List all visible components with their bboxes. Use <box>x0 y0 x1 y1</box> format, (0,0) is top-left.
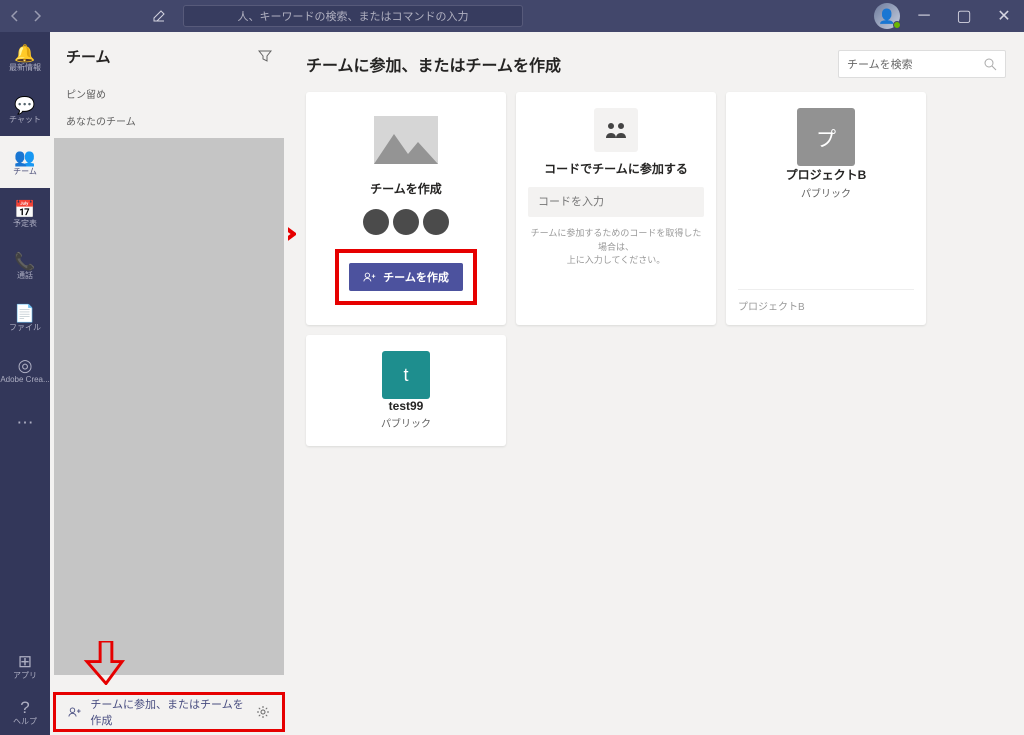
join-with-code-card: コードでチームに参加する チームに参加するためのコードを取得した場合は、 上に入… <box>516 92 716 325</box>
teams-list-empty <box>54 138 284 675</box>
rail-teams[interactable]: 👥 チーム <box>0 136 50 188</box>
create-team-thumb <box>374 108 438 172</box>
create-team-button[interactable]: チームを作成 <box>349 263 463 291</box>
team-card-name: プロジェクトB <box>786 166 867 183</box>
window-minimize-button[interactable]: ─ <box>904 0 944 32</box>
rail-calendar[interactable]: 📅 予定表 <box>0 188 50 240</box>
create-team-card: チームを作成 チームを作成 <box>306 92 506 325</box>
rail-calls[interactable]: 📞 通話 <box>0 240 50 292</box>
profile-avatar[interactable]: 👤 <box>874 3 900 29</box>
pinned-section-label[interactable]: ピン留め <box>50 80 288 107</box>
filter-button[interactable] <box>258 49 272 63</box>
apps-icon: ⊞ <box>18 653 32 670</box>
more-icon: ⋯ <box>17 414 34 431</box>
gear-icon <box>256 705 270 719</box>
team-search-input[interactable]: チームを検索 <box>838 50 1006 78</box>
callout-arrow-down <box>80 641 132 685</box>
help-icon: ? <box>20 699 29 716</box>
teams-list-panel: チーム ピン留め あなたのチーム チームに参加、またはチームを作成 <box>50 32 288 735</box>
people-add-icon <box>68 706 82 718</box>
rail-files[interactable]: 📄 ファイル <box>0 292 50 344</box>
callout-arrow-right <box>288 212 296 256</box>
title-bar: 人、キーワードの検索、またはコマンドの入力 👤 ─ ▢ ✕ <box>0 0 1024 32</box>
teams-icon: 👥 <box>14 149 35 166</box>
global-search-input[interactable]: 人、キーワードの検索、またはコマンドの入力 <box>183 5 523 27</box>
main-content: チームに参加、またはチームを作成 チームを検索 チームを作成 チームを作成 <box>288 32 1024 735</box>
team-card-test99[interactable]: t test99 パブリック <box>306 335 506 446</box>
phone-icon: 📞 <box>14 253 35 270</box>
people-add-icon <box>363 271 377 283</box>
team-card-type: パブリック <box>801 185 851 200</box>
adobe-icon: ◎ <box>18 357 33 374</box>
code-hint-text: チームに参加するためのコードを取得した場合は、 上に入力してください。 <box>528 227 704 268</box>
nav-back-button[interactable] <box>10 11 20 21</box>
team-card-desc: プロジェクトB <box>738 289 914 313</box>
team-card-type: パブリック <box>381 415 431 430</box>
team-code-input[interactable] <box>528 187 704 217</box>
window-close-button[interactable]: ✕ <box>984 0 1024 32</box>
join-create-team-link[interactable]: チームに参加、またはチームを作成 <box>53 692 285 732</box>
settings-button[interactable] <box>256 705 270 719</box>
rail-help[interactable]: ? ヘルプ <box>0 689 50 735</box>
team-card-name: test99 <box>389 399 424 413</box>
your-teams-section-label[interactable]: あなたのチーム <box>50 107 288 134</box>
app-rail: 🔔 最新情報 💬 チャット 👥 チーム 📅 予定表 📞 通話 📄 ファイル ◎ … <box>0 32 50 735</box>
rail-adobe[interactable]: ◎ Adobe Crea... <box>0 344 50 396</box>
team-avatar: t <box>382 351 430 399</box>
team-card-project-b[interactable]: プ プロジェクトB パブリック プロジェクトB <box>726 92 926 325</box>
rail-activity[interactable]: 🔔 最新情報 <box>0 32 50 84</box>
compose-button[interactable] <box>143 9 175 23</box>
rail-more[interactable]: ⋯ <box>0 396 50 448</box>
chat-icon: 💬 <box>14 97 35 114</box>
window-maximize-button[interactable]: ▢ <box>944 0 984 32</box>
bell-icon: 🔔 <box>14 45 35 62</box>
create-card-title: チームを作成 <box>370 180 442 197</box>
code-card-thumb <box>594 108 638 152</box>
rail-chat[interactable]: 💬 チャット <box>0 84 50 136</box>
avatar-placeholders <box>363 209 449 235</box>
page-title: チームに参加、またはチームを作成 <box>306 52 561 76</box>
team-search-placeholder: チームを検索 <box>847 56 913 72</box>
search-icon <box>984 58 997 71</box>
panel-title: チーム <box>66 46 111 67</box>
presence-indicator <box>893 21 901 29</box>
rail-apps[interactable]: ⊞ アプリ <box>0 643 50 689</box>
search-placeholder-text: 人、キーワードの検索、またはコマンドの入力 <box>238 8 469 24</box>
nav-forward-button[interactable] <box>32 11 42 21</box>
team-avatar: プ <box>797 108 855 166</box>
calendar-icon: 📅 <box>14 201 35 218</box>
join-create-label: チームに参加、またはチームを作成 <box>90 696 248 728</box>
code-card-title: コードでチームに参加する <box>544 160 688 177</box>
file-icon: 📄 <box>14 305 35 322</box>
